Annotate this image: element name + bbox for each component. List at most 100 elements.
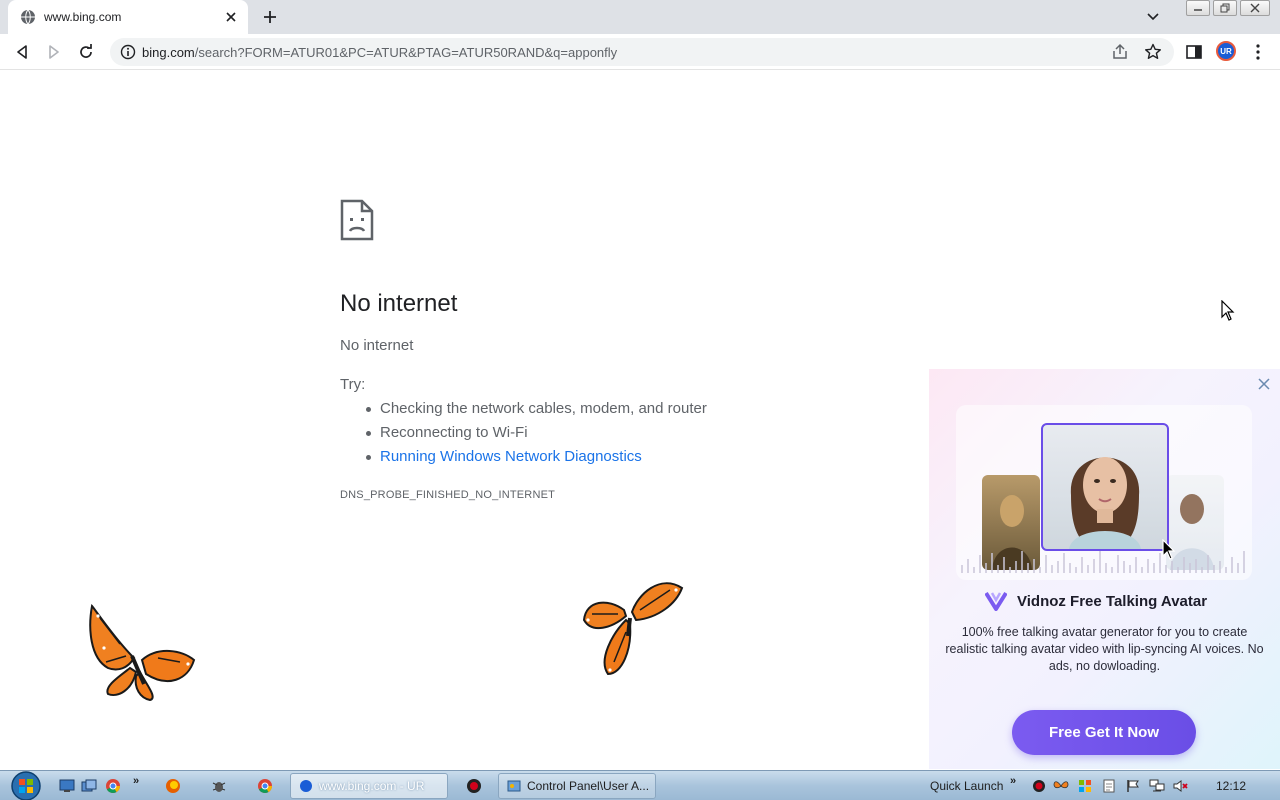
taskbar-item-browser[interactable]: www.bing.com - UR (290, 773, 448, 799)
document-icon (1103, 779, 1115, 793)
chrome-icon (258, 779, 272, 793)
suggestion-item: Checking the network cables, modem, and … (366, 400, 707, 424)
tray-document[interactable] (1100, 777, 1118, 795)
browser-tab[interactable]: www.bing.com (8, 0, 248, 34)
close-icon[interactable] (1257, 377, 1271, 391)
profile-icon (300, 780, 312, 792)
close-icon (1250, 3, 1260, 13)
audio-waveform (961, 551, 1245, 573)
apps-grid-icon (1079, 780, 1091, 792)
app-taskbar[interactable] (210, 777, 228, 795)
windows-switch-icon (81, 779, 97, 792)
back-button[interactable] (12, 42, 32, 62)
tray-apps[interactable] (1076, 777, 1094, 795)
tray-network[interactable] (1148, 777, 1166, 795)
tab-title: www.bing.com (44, 10, 122, 24)
side-panel-icon (1186, 45, 1202, 59)
tray-butterfly[interactable] (1052, 777, 1070, 795)
taskbar-item-label: Control Panel\User A... (527, 779, 650, 793)
taskbar-item-control-panel[interactable]: Control Panel\User A... (498, 773, 656, 799)
globe-icon (21, 9, 35, 25)
firefox-taskbar[interactable] (164, 777, 182, 795)
reload-button[interactable] (76, 42, 96, 62)
try-label: Try: (340, 376, 366, 393)
minimize-icon (1194, 9, 1202, 11)
record-taskbar[interactable] (465, 777, 483, 795)
tab-search-button[interactable] (1143, 8, 1163, 26)
quick-launch-chevron[interactable]: » (1010, 775, 1016, 787)
volume-muted-icon (1173, 780, 1188, 792)
chrome-taskbar[interactable] (256, 777, 274, 795)
avatar-showcase (956, 405, 1252, 580)
network-diagnostics-link[interactable]: Running Windows Network Diagnostics (366, 448, 707, 472)
switch-windows-button[interactable] (80, 777, 98, 795)
error-subtitle: No internet (340, 337, 414, 354)
firefox-icon (166, 779, 180, 793)
tray-record[interactable] (1030, 777, 1048, 795)
sad-document-icon (340, 199, 374, 241)
network-icon (1149, 779, 1165, 792)
free-get-it-now-button[interactable]: Free Get It Now (1012, 710, 1196, 755)
taskbar-item-label: www.bing.com - UR (319, 779, 425, 793)
suggestion-item: Reconnecting to Wi-Fi (366, 424, 707, 448)
record-icon (467, 779, 481, 793)
mouse-cursor-icon (1221, 300, 1235, 321)
info-icon[interactable] (120, 44, 136, 60)
share-icon[interactable] (1111, 43, 1129, 61)
chrome-quicklaunch[interactable] (104, 777, 122, 795)
chrome-icon (106, 779, 120, 793)
plus-icon (264, 11, 276, 23)
desktop-icon (59, 779, 75, 792)
side-panel-button[interactable] (1184, 42, 1204, 62)
start-button[interactable] (6, 771, 44, 800)
screen: www.bing.com bing.com/search?FORM=ATUR01… (0, 0, 1280, 800)
window-controls (1183, 0, 1273, 18)
butterfly-icon (1053, 781, 1069, 789)
forward-arrow-icon (49, 45, 59, 59)
url-text[interactable]: bing.com/search?FORM=ATUR01&PC=ATUR&PTAG… (142, 45, 617, 60)
browser-toolbar: bing.com/search?FORM=ATUR01&PC=ATUR&PTAG… (0, 34, 1280, 70)
error-title: No internet (340, 290, 458, 317)
kebab-menu-icon (1256, 44, 1260, 60)
windows-taskbar: » www.bing.com - UR Control Panel\User A… (0, 770, 1280, 800)
window-close-button[interactable] (1240, 0, 1270, 16)
quicklaunch-overflow-chevron[interactable]: » (133, 775, 139, 787)
show-desktop-button[interactable] (58, 777, 76, 795)
forward-button[interactable] (44, 42, 64, 62)
address-bar[interactable]: bing.com/search?FORM=ATUR01&PC=ATUR&PTAG… (110, 38, 1174, 66)
ad-popup[interactable]: Vidnoz Free Talking Avatar 100% free tal… (929, 369, 1280, 769)
bookmark-star-icon[interactable] (1144, 43, 1162, 61)
chevron-down-icon (1147, 13, 1159, 21)
ad-brand: Vidnoz Free Talking Avatar (985, 591, 1207, 611)
bug-icon (212, 782, 226, 792)
url-path: /search?FORM=ATUR01&PC=ATUR&PTAG=ATUR50R… (194, 45, 618, 60)
featured-avatar (1041, 423, 1169, 551)
control-panel-icon (507, 780, 521, 792)
mouse-cursor-icon (1162, 539, 1176, 560)
record-icon (1033, 780, 1045, 792)
error-code: DNS_PROBE_FINISHED_NO_INTERNET (340, 489, 556, 501)
back-arrow-icon (17, 45, 27, 59)
minimize-button[interactable] (1186, 0, 1210, 16)
restore-button[interactable] (1213, 0, 1237, 16)
restore-icon (1220, 3, 1230, 13)
flag-icon (1127, 780, 1139, 792)
new-tab-button[interactable] (258, 6, 282, 28)
ad-brand-name: Vidnoz Free Talking Avatar (1017, 592, 1208, 610)
suggestion-list: Checking the network cables, modem, and … (366, 400, 707, 472)
butterfly-icon (89, 603, 196, 702)
close-icon (226, 12, 236, 22)
ad-description: 100% free talking avatar generator for y… (945, 625, 1264, 673)
clock: 12:12 (1216, 779, 1247, 793)
tray-volume-muted[interactable] (1172, 777, 1190, 795)
quick-launch-label: Quick Launch (930, 779, 1004, 793)
menu-button[interactable] (1248, 42, 1268, 62)
url-host: bing.com (142, 45, 195, 60)
tab-strip: www.bing.com (0, 0, 1280, 34)
butterfly-icon (582, 582, 684, 676)
portrait-image (1069, 457, 1141, 549)
tray-action-center[interactable] (1124, 777, 1142, 795)
vidnoz-logo-icon (985, 591, 1007, 611)
tab-close-button[interactable] (222, 8, 240, 26)
profile-avatar[interactable]: UR (1216, 41, 1236, 61)
